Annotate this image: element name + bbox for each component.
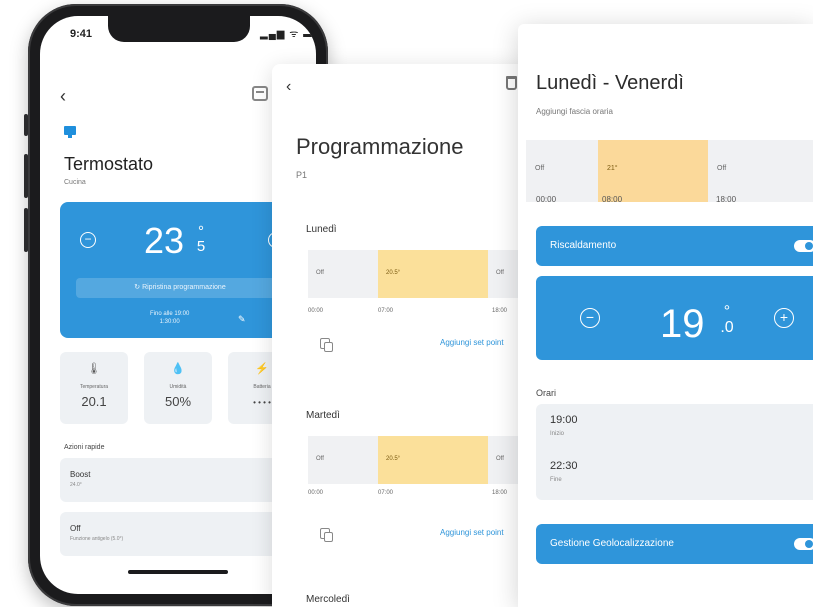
hours-card[interactable]: 19:00 Inizio 22:30 Fine bbox=[536, 404, 813, 500]
temperature-stat-card: 🌡 Temperatura 20.1 bbox=[60, 352, 128, 424]
setpoint-card: − 19 ° .0 + bbox=[536, 276, 813, 360]
timeline-segment[interactable]: 20.5° bbox=[378, 436, 488, 484]
phone-volume-up bbox=[24, 154, 28, 198]
time-label: 07:00 bbox=[378, 490, 394, 496]
override-until: Fino alle 19:00 1:30:00 bbox=[150, 310, 189, 326]
timeline-segment[interactable]: 21° bbox=[598, 140, 708, 202]
time-label: 00:00 bbox=[308, 308, 324, 314]
day-label-tuesday: Martedì bbox=[306, 410, 340, 421]
end-time[interactable]: 22:30 bbox=[550, 460, 578, 472]
temperature-decimal: ° 5 bbox=[195, 224, 207, 254]
quick-action-boost[interactable]: Boost 24.0° ⤢ bbox=[60, 458, 300, 502]
timeline-segment[interactable]: Off bbox=[308, 250, 378, 298]
droplet-icon: 💧 bbox=[171, 363, 185, 375]
temperature-card: − 23 ° 5 + ↻ Ripristina programmazione F… bbox=[60, 202, 300, 338]
decimal-digit: 5 bbox=[196, 238, 206, 255]
page-title: Termostato bbox=[64, 154, 154, 174]
schedule-panel: ‹ Programmazione P1 Lunedì Off 20.5° Off… bbox=[272, 64, 532, 607]
start-label: Inizio bbox=[550, 431, 565, 437]
quick-action-name: Off bbox=[70, 524, 81, 533]
geolocation-toggle[interactable] bbox=[794, 538, 813, 550]
time-label: 18:00 bbox=[492, 490, 508, 496]
trash-icon[interactable] bbox=[506, 76, 517, 90]
setpoint-temperature: 19 bbox=[660, 302, 705, 346]
day-timeline-monday[interactable]: Off 20.5° Off bbox=[308, 250, 532, 298]
copy-icon[interactable] bbox=[320, 338, 333, 352]
timeline-segment[interactable]: Off bbox=[526, 140, 598, 202]
increase-temp-button[interactable]: + bbox=[774, 308, 794, 328]
time-label: 18:00 bbox=[716, 195, 737, 204]
add-setpoint-link[interactable]: Aggiungi set point bbox=[440, 338, 504, 347]
decrease-temp-button[interactable]: − bbox=[580, 308, 600, 328]
time-label: 00:00 bbox=[536, 195, 557, 204]
edit-icon[interactable]: ✎ bbox=[238, 314, 246, 325]
thermometer-icon: 🌡 bbox=[87, 363, 101, 375]
program-subtitle: P1 bbox=[296, 170, 308, 180]
quick-action-name: Boost bbox=[70, 470, 91, 479]
add-setpoint-link[interactable]: Aggiungi set point bbox=[440, 528, 504, 537]
calendar-icon[interactable] bbox=[252, 86, 268, 101]
back-icon[interactable]: ‹ bbox=[286, 78, 291, 96]
temperature-decimal: ° .0 bbox=[720, 304, 734, 336]
day-label-monday: Lunedì bbox=[306, 224, 337, 235]
status-icons: ▂▄▆ ᯤ ▬ bbox=[260, 29, 315, 40]
timeline-segment[interactable]: Off bbox=[708, 140, 813, 202]
page-title: Programmazione bbox=[296, 134, 464, 159]
geolocation-label: Gestione Geolocalizzazione bbox=[550, 538, 674, 549]
phone-volume-down bbox=[24, 208, 28, 252]
back-icon[interactable]: ‹ bbox=[60, 86, 66, 107]
status-time: 9:41 bbox=[70, 28, 93, 40]
resume-schedule-button[interactable]: ↻ Ripristina programmazione bbox=[76, 278, 284, 298]
home-indicator bbox=[128, 570, 228, 574]
stat-label: Temperatura bbox=[79, 384, 109, 390]
end-label: Fine bbox=[550, 477, 562, 483]
time-label: 18:00 bbox=[492, 308, 508, 314]
copy-icon[interactable] bbox=[320, 528, 333, 542]
humidity-stat-card: 💧 Umidità 50% bbox=[144, 352, 212, 424]
add-time-slot-link[interactable]: Aggiungi fascia oraria bbox=[536, 107, 613, 116]
degree-symbol: ° bbox=[723, 303, 731, 320]
stat-value: 50% bbox=[164, 394, 192, 409]
day-timeline-tuesday[interactable]: Off 20.5° Off bbox=[308, 436, 532, 484]
room-subtitle: Cucina bbox=[64, 179, 86, 186]
heating-row: Riscaldamento bbox=[536, 226, 813, 266]
phone-notch bbox=[108, 16, 250, 42]
override-until-label: Fino alle 19:00 bbox=[150, 311, 190, 317]
decimal-digit: .0 bbox=[720, 319, 734, 336]
quick-action-off[interactable]: Off Funzione antigelo (5.0°) ⤢ bbox=[60, 512, 300, 556]
stat-label: Umidità bbox=[169, 384, 187, 390]
day-label-wednesday: Mercoledì bbox=[306, 594, 350, 605]
stat-value: 20.1 bbox=[81, 394, 107, 409]
current-temperature: 23 bbox=[144, 220, 185, 261]
timeline-segment[interactable]: Off bbox=[308, 436, 378, 484]
time-label: 08:00 bbox=[602, 195, 623, 204]
geolocation-row: Gestione Geolocalizzazione bbox=[536, 524, 813, 564]
decrease-temp-button[interactable]: − bbox=[80, 232, 96, 248]
phone-mute-switch bbox=[24, 114, 28, 136]
timeline-segment[interactable]: 20.5° bbox=[378, 250, 488, 298]
thermostat-device-icon bbox=[64, 126, 76, 138]
composite-stage: 9:41 ▂▄▆ ᯤ ▬ ‹ Termostato Cucina − 23 ° … bbox=[0, 0, 813, 607]
time-label: 00:00 bbox=[308, 490, 324, 496]
start-time[interactable]: 19:00 bbox=[550, 414, 578, 426]
heating-toggle[interactable] bbox=[794, 240, 813, 252]
time-label: 07:00 bbox=[378, 308, 394, 314]
quick-action-sub: 24.0° bbox=[70, 482, 82, 488]
quick-action-sub: Funzione antigelo (5.0°) bbox=[70, 536, 124, 542]
time-slot-panel: Lunedì - Venerdì Aggiungi fascia oraria … bbox=[518, 24, 813, 607]
page-title: Lunedì - Venerdì bbox=[536, 72, 684, 94]
hours-title: Orari bbox=[536, 388, 556, 398]
heating-label: Riscaldamento bbox=[550, 240, 617, 251]
quick-actions-title: Azioni rapide bbox=[64, 444, 105, 451]
override-until-time: 1:30:00 bbox=[159, 319, 180, 325]
